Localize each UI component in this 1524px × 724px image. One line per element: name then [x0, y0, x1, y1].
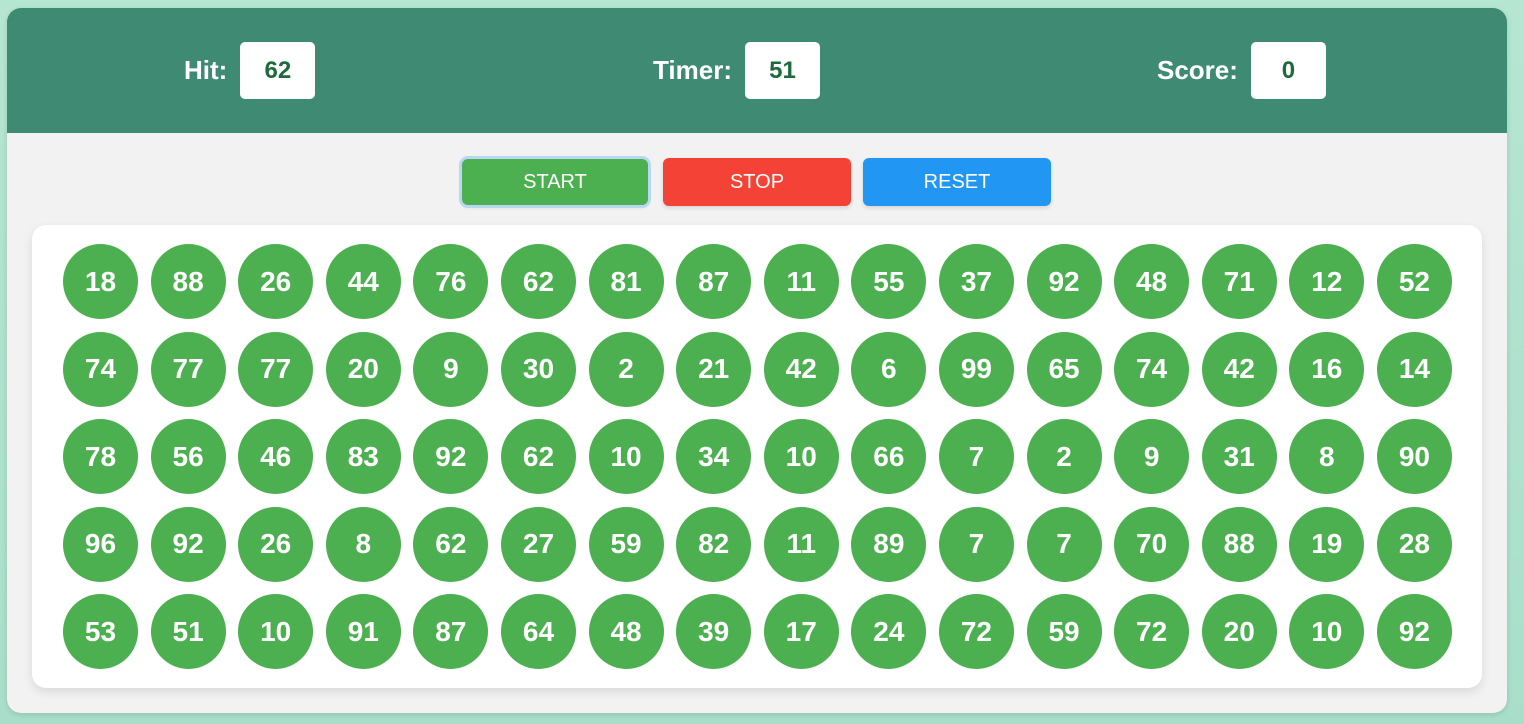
bubble[interactable]: 34 [676, 419, 752, 494]
bubble[interactable]: 26 [238, 506, 314, 582]
bubble[interactable]: 77 [150, 331, 226, 407]
bubble[interactable]: 51 [150, 594, 226, 669]
bubble[interactable]: 64 [500, 594, 576, 669]
bubble[interactable]: 65 [1026, 331, 1102, 407]
bubble[interactable]: 9 [1114, 419, 1190, 494]
bubble[interactable]: 92 [1376, 594, 1452, 669]
start-button[interactable]: START [462, 159, 648, 205]
bubble[interactable]: 16 [1289, 331, 1365, 407]
bubble[interactable]: 6 [851, 331, 927, 407]
bubble[interactable]: 8 [325, 506, 401, 582]
bubble[interactable]: 78 [63, 419, 138, 494]
bubble[interactable]: 30 [500, 331, 576, 407]
bubble[interactable]: 7 [938, 419, 1014, 494]
hit-label: Hit: [184, 55, 228, 85]
bubble[interactable]: 90 [1376, 419, 1452, 494]
bubble[interactable]: 20 [325, 331, 401, 407]
bubble[interactable]: 59 [1026, 594, 1102, 669]
bubble[interactable]: 2 [588, 331, 664, 407]
bubble[interactable]: 55 [851, 244, 927, 319]
hit-stat: Hit: 62 [184, 42, 316, 99]
game-panel: Hit: 62 Timer: 51 Score: 0 START STOP RE… [7, 8, 1507, 713]
bubble[interactable]: 88 [1201, 506, 1277, 582]
score-value: 0 [1250, 42, 1326, 99]
timer-label: Timer: [653, 55, 732, 85]
bubble[interactable]: 48 [588, 594, 664, 669]
bubble[interactable]: 21 [676, 331, 752, 407]
bubble[interactable]: 52 [1376, 244, 1452, 319]
bubble[interactable]: 10 [1289, 594, 1365, 669]
bubble[interactable]: 37 [938, 244, 1014, 319]
bubble[interactable]: 59 [588, 506, 664, 582]
bubble[interactable]: 81 [588, 244, 664, 319]
hit-value: 62 [240, 42, 316, 99]
bubble[interactable]: 17 [763, 594, 839, 669]
bubble[interactable]: 71 [1201, 244, 1277, 319]
bubble[interactable]: 56 [150, 419, 226, 494]
bubble[interactable]: 2 [1026, 419, 1102, 494]
bubble[interactable]: 91 [325, 594, 401, 669]
bubble[interactable]: 82 [676, 506, 752, 582]
bubble[interactable]: 11 [763, 506, 839, 582]
bubble[interactable]: 12 [1289, 244, 1365, 319]
bubble[interactable]: 7 [938, 506, 1014, 582]
reset-button[interactable]: RESET [863, 158, 1051, 206]
bubble[interactable]: 10 [588, 419, 664, 494]
bubble[interactable]: 74 [63, 331, 138, 407]
bubble[interactable]: 72 [1114, 594, 1190, 669]
bubble[interactable]: 48 [1114, 244, 1190, 319]
controls: START STOP RESET [7, 158, 1507, 206]
bubble[interactable]: 74 [1114, 331, 1190, 407]
bubble[interactable]: 42 [1201, 331, 1277, 407]
score-stat: Score: 0 [1157, 42, 1326, 99]
bubble[interactable]: 72 [938, 594, 1014, 669]
bubble[interactable]: 62 [413, 506, 489, 582]
bubble[interactable]: 99 [938, 331, 1014, 407]
bubble[interactable]: 20 [1201, 594, 1277, 669]
bubble[interactable]: 24 [851, 594, 927, 669]
stop-button[interactable]: STOP [663, 158, 851, 206]
bubble[interactable]: 77 [238, 331, 314, 407]
bubble[interactable]: 46 [238, 419, 314, 494]
bubble[interactable]: 83 [325, 419, 401, 494]
bubble-grid: 18 88 26 44 76 62 81 87 11 55 37 92 48 71 12 52 74 77 77 20… [63, 244, 1452, 669]
bubble[interactable]: 96 [63, 506, 138, 582]
bubble[interactable]: 10 [763, 419, 839, 494]
bubble[interactable]: 87 [413, 594, 489, 669]
bubble[interactable]: 70 [1114, 506, 1190, 582]
bubble[interactable]: 88 [150, 244, 226, 319]
bubble[interactable]: 89 [851, 506, 927, 582]
bubble[interactable]: 62 [500, 419, 576, 494]
bubble[interactable]: 42 [763, 331, 839, 407]
bubble[interactable]: 44 [325, 244, 401, 319]
bubble[interactable]: 87 [676, 244, 752, 319]
bubble[interactable]: 76 [413, 244, 489, 319]
bubble[interactable]: 27 [500, 506, 576, 582]
bubble[interactable]: 18 [63, 244, 138, 319]
bubble[interactable]: 14 [1376, 331, 1452, 407]
bubble[interactable]: 9 [413, 331, 489, 407]
bubble[interactable]: 28 [1376, 506, 1452, 582]
bubble[interactable]: 7 [1026, 506, 1102, 582]
bubble[interactable]: 92 [1026, 244, 1102, 319]
bubble[interactable]: 31 [1201, 419, 1277, 494]
bubble[interactable]: 26 [238, 244, 314, 319]
bubble[interactable]: 66 [851, 419, 927, 494]
timer-stat: Timer: 51 [653, 42, 820, 99]
bubble[interactable]: 10 [238, 594, 314, 669]
bubble[interactable]: 53 [63, 594, 138, 669]
bubble[interactable]: 62 [500, 244, 576, 319]
bubble[interactable]: 19 [1289, 506, 1365, 582]
stats-bar: Hit: 62 Timer: 51 Score: 0 [7, 8, 1507, 133]
bubble[interactable]: 92 [413, 419, 489, 494]
bubble[interactable]: 92 [150, 506, 226, 582]
bubble-board: 18 88 26 44 76 62 81 87 11 55 37 92 48 71 12 52 74 77 77 20… [32, 225, 1482, 688]
bubble[interactable]: 39 [676, 594, 752, 669]
timer-value: 51 [745, 42, 820, 99]
bubble[interactable]: 8 [1289, 419, 1365, 494]
score-label: Score: [1157, 55, 1238, 85]
bubble[interactable]: 11 [763, 244, 839, 319]
